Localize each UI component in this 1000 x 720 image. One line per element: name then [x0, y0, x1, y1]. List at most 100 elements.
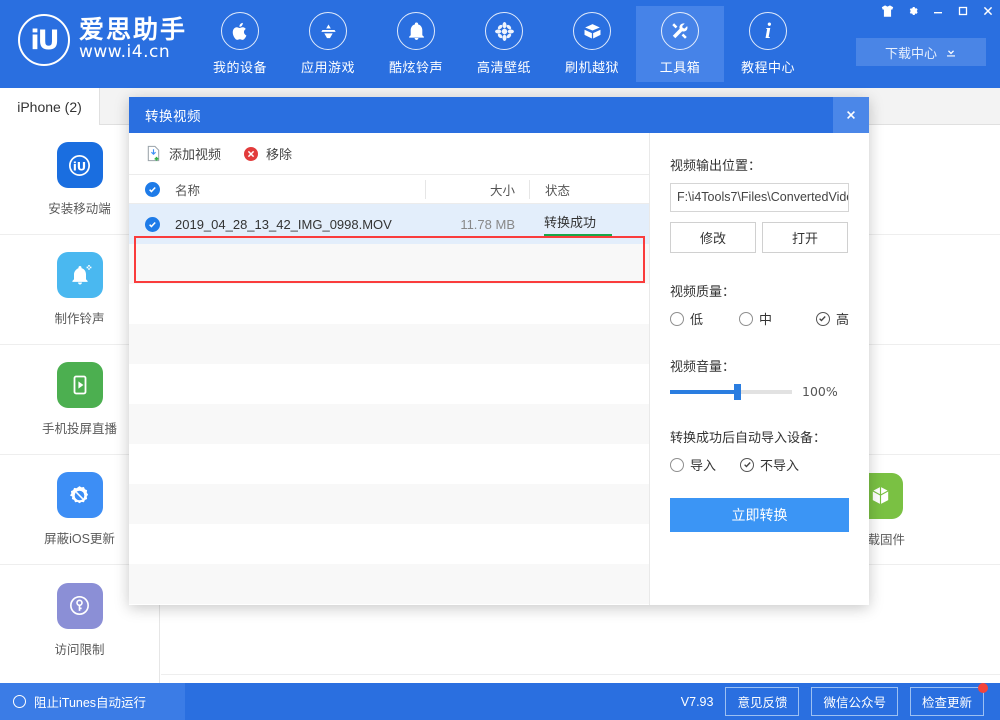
row-state: 转换成功: [529, 212, 649, 236]
quality-option-low[interactable]: 低: [670, 309, 739, 328]
auto-import-option-yes[interactable]: 导入: [670, 455, 740, 474]
window-controls: [875, 0, 1000, 22]
nav-item-my-device[interactable]: 我的设备: [196, 6, 284, 82]
column-header-state[interactable]: 状态: [529, 180, 649, 199]
options-pane: 视频输出位置： F:\i4Tools7\Files\ConvertedVideo…: [650, 133, 869, 605]
output-path-label: 视频输出位置：: [670, 155, 849, 174]
download-center-button[interactable]: 下载中心: [856, 38, 986, 66]
row-file-size: 11.78 MB: [425, 217, 529, 232]
tab-iphone[interactable]: iPhone (2): [0, 88, 100, 125]
close-icon[interactable]: [975, 0, 1000, 22]
status-bar-right: V7.93 意见反馈 微信公众号 检查更新: [681, 687, 1000, 716]
check-update-label: 检查更新: [922, 696, 972, 710]
table-row-empty: [129, 364, 649, 404]
list-header-row: 名称 大小 状态: [129, 175, 649, 204]
key-lock-icon: [57, 583, 103, 629]
box-open-icon: [573, 12, 611, 50]
row-checkbox[interactable]: [129, 217, 175, 232]
dialog-body: 添加视频 移除 名称 大小 状态: [129, 133, 869, 605]
logo-mark: iU: [18, 14, 70, 66]
table-row-empty: [129, 484, 649, 524]
convert-now-button[interactable]: 立即转换: [670, 498, 849, 532]
nav-item-wallpapers[interactable]: 高清壁纸: [460, 6, 548, 82]
nav-item-toolbox[interactable]: 工具箱: [636, 6, 724, 82]
remove-button[interactable]: 移除: [243, 144, 292, 163]
list-toolbar: 添加视频 移除: [129, 133, 649, 175]
block-itunes-toggle[interactable]: 阻止iTunes自动运行: [0, 683, 185, 720]
maximize-icon[interactable]: [950, 0, 975, 22]
brand-url: www.i4.cn: [79, 43, 187, 63]
volume-slider-fill: [670, 390, 738, 394]
radio-unchecked-icon: [739, 312, 753, 326]
table-row-empty: [129, 444, 649, 484]
select-all-checkbox[interactable]: [129, 182, 175, 197]
settings-gear-icon[interactable]: [900, 0, 925, 22]
apple-icon: [221, 12, 259, 50]
table-row-empty: [129, 284, 649, 324]
check-update-button[interactable]: 检查更新: [910, 687, 984, 716]
auto-import-option-no[interactable]: 不导入: [740, 455, 799, 474]
nav-label: 工具箱: [660, 57, 701, 76]
nav-label: 刷机越狱: [565, 57, 619, 76]
volume-label: 视频音量：: [670, 356, 849, 375]
info-icon: i: [749, 12, 787, 50]
appstore-icon: [309, 12, 347, 50]
minimize-icon[interactable]: [925, 0, 950, 22]
nav-label: 教程中心: [741, 57, 795, 76]
quality-radio-group: 低 中 高: [670, 309, 849, 328]
volume-slider-knob[interactable]: [734, 384, 741, 400]
table-row-empty: [129, 564, 649, 604]
quality-option-high[interactable]: 高: [816, 309, 849, 328]
dialog-close-icon[interactable]: [833, 97, 869, 133]
radio-checked-icon: [816, 312, 830, 326]
download-center-label: 下载中心: [885, 43, 937, 62]
sidebar-item-label: 手机投屏直播: [42, 418, 117, 437]
nav-label: 高清壁纸: [477, 57, 531, 76]
skin-icon[interactable]: [875, 0, 900, 22]
feedback-button[interactable]: 意见反馈: [725, 687, 799, 716]
screen-cast-icon: [57, 362, 103, 408]
quality-option-label: 高: [836, 309, 849, 328]
column-header-size[interactable]: 大小: [425, 180, 529, 199]
nav-item-ringtones[interactable]: 酷炫铃声: [372, 6, 460, 82]
quality-option-medium[interactable]: 中: [739, 309, 816, 328]
nav-item-flash-jailbreak[interactable]: 刷机越狱: [548, 6, 636, 82]
output-path-input[interactable]: F:\i4Tools7\Files\ConvertedVideos: [670, 183, 849, 212]
quality-label: 视频质量：: [670, 281, 849, 300]
add-video-button[interactable]: 添加视频: [145, 144, 221, 163]
table-row-empty: [129, 404, 649, 444]
table-row-empty: [129, 244, 649, 284]
sidebar-item-label: 制作铃声: [54, 308, 104, 327]
table-row[interactable]: 2019_04_28_13_42_IMG_0998.MOV 11.78 MB 转…: [129, 204, 649, 244]
nav-item-apps-games[interactable]: 应用游戏: [284, 6, 372, 82]
tab-label: iPhone (2): [17, 99, 82, 115]
checkbox-checked-icon: [145, 182, 160, 197]
i4-app-icon: iU: [57, 142, 103, 188]
radio-checked-icon: [740, 458, 754, 472]
main-nav: 我的设备 应用游戏 酷炫铃声 高清壁纸: [196, 6, 812, 82]
row-state-label: 转换成功: [544, 212, 596, 236]
volume-slider-row: 100%: [670, 384, 849, 399]
bell-icon: [397, 12, 435, 50]
wechat-button[interactable]: 微信公众号: [811, 687, 898, 716]
volume-slider[interactable]: [670, 390, 792, 394]
nav-label: 我的设备: [213, 57, 267, 76]
status-bar: 阻止iTunes自动运行 V7.93 意见反馈 微信公众号 检查更新: [0, 683, 1000, 720]
sidebar-item-label: 访问限制: [54, 639, 104, 658]
svg-text:iU: iU: [73, 159, 86, 173]
auto-import-radio-group: 导入 不导入: [670, 455, 849, 474]
download-icon: [945, 46, 957, 58]
app-window: iU 爱思助手 www.i4.cn 我的设备 应用游戏: [0, 0, 1000, 720]
output-path-buttons: 修改 打开: [670, 222, 849, 253]
nav-item-tutorials[interactable]: i 教程中心: [724, 6, 812, 82]
remove-icon: [243, 146, 259, 162]
bell-icon: [57, 252, 103, 298]
video-list-pane: 添加视频 移除 名称 大小 状态: [129, 133, 650, 605]
modify-path-button[interactable]: 修改: [670, 222, 756, 253]
top-bar: iU 爱思助手 www.i4.cn 我的设备 应用游戏: [0, 0, 1000, 88]
add-video-label: 添加视频: [169, 144, 221, 163]
version-label: V7.93: [681, 695, 714, 709]
column-header-name[interactable]: 名称: [175, 180, 425, 199]
dialog-title: 转换视频: [145, 105, 201, 125]
open-path-button[interactable]: 打开: [762, 222, 848, 253]
